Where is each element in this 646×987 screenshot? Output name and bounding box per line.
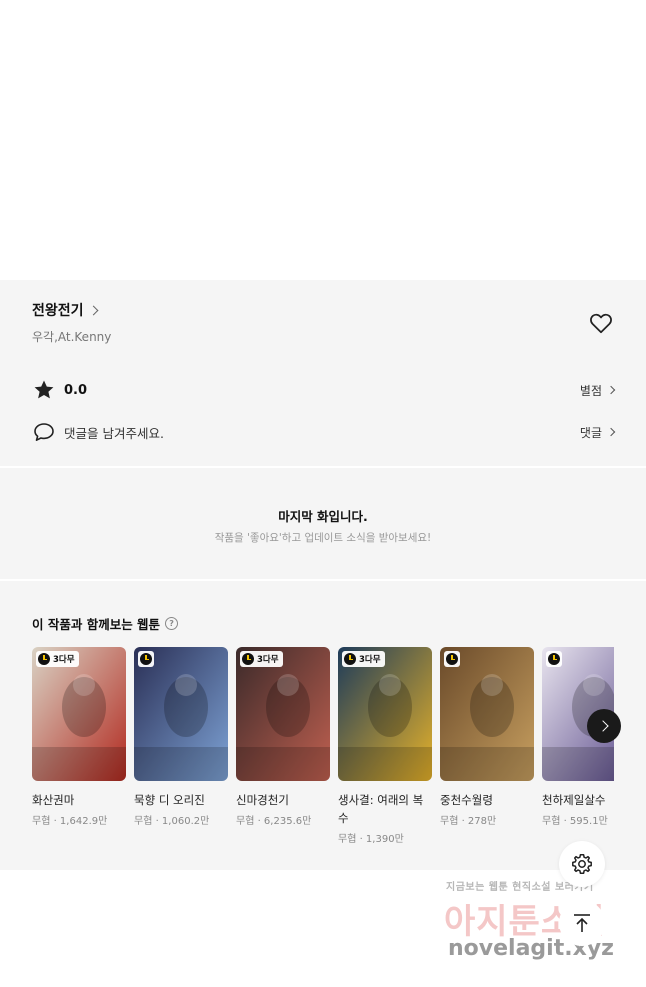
card-meta: 무협 · 6,235.6만	[236, 816, 312, 827]
recommendation-card[interactable]: 중천수월령무협 · 278만	[440, 647, 534, 827]
clock-icon	[38, 653, 50, 665]
wait-free-badge: 3다무	[342, 651, 385, 667]
chevron-right-icon	[606, 427, 616, 437]
cover-thumbnail	[440, 647, 534, 781]
recommendations-title: 이 작품과 함께보는 웹툰	[32, 617, 161, 632]
cover-thumbnail	[134, 647, 228, 781]
card-meta: 무협 · 1,642.9만	[32, 816, 108, 827]
viewer-blank-area	[0, 0, 646, 280]
badge-label: 3다무	[359, 655, 381, 665]
clock-icon	[344, 653, 356, 665]
recommendation-card[interactable]: 3다무화산권마무협 · 1,642.9만	[32, 647, 126, 827]
recommendations-carousel[interactable]: 3다무 화산권마 무협 · 1,642.9만 묵향 디 오리진 무협 · 1,060.2…	[32, 647, 614, 857]
scroll-top-button[interactable]	[559, 900, 605, 946]
comment-prompt[interactable]: 댓글을 남겨주세요.	[64, 423, 164, 442]
rating-row: 0.0 별점	[32, 378, 616, 402]
cover-thumbnail: 3다무	[32, 647, 126, 781]
wait-free-badge: 3다무	[36, 651, 79, 667]
chevron-right-icon	[606, 385, 616, 395]
card-title: 생사결: 여래의 복수	[338, 793, 424, 825]
wait-free-badge	[444, 651, 460, 667]
card-title: 신마경천기	[236, 793, 289, 807]
card-meta: 무협 · 1,060.2만	[134, 816, 210, 827]
card-title: 묵향 디 오리진	[134, 793, 205, 807]
card-title: 화산권마	[32, 793, 75, 807]
recommendation-card[interactable]: 묵향 디 오리진무협 · 1,060.2만	[134, 647, 228, 827]
section-divider	[0, 579, 646, 581]
cover-thumbnail: 3다무	[338, 647, 432, 781]
like-button[interactable]	[588, 310, 614, 336]
clock-icon	[548, 653, 560, 665]
last-episode-subtitle: 작품을 '좋아요'하고 업데이트 소식을 받아보세요!	[214, 532, 432, 544]
star-icon	[34, 380, 54, 399]
card-meta: 무협 · 278만	[440, 816, 497, 827]
chevron-right-icon	[596, 720, 609, 732]
card-meta: 무협 · 595.1만	[542, 816, 608, 827]
work-title-link[interactable]: 전왕전기	[32, 300, 98, 320]
comment-link-label: 댓글	[579, 425, 602, 440]
rating-link[interactable]: 별점	[579, 382, 616, 399]
recommendation-card[interactable]: 3다무생사결: 여래의 복수무협 · 1,390만	[338, 647, 432, 845]
section-divider	[0, 466, 646, 468]
work-title: 전왕전기	[32, 303, 84, 319]
cover-thumbnail: 3다무	[236, 647, 330, 781]
rating-link-label: 별점	[579, 383, 602, 398]
clock-icon	[140, 653, 152, 665]
last-episode-title: 마지막 화입니다.	[278, 509, 368, 524]
carousel-next-button[interactable]	[587, 709, 621, 743]
clock-icon	[446, 653, 458, 665]
comment-row: 댓글을 남겨주세요. 댓글	[32, 420, 616, 444]
card-title: 중천수월령	[440, 793, 493, 807]
recommendations-heading: 이 작품과 함께보는 웹툰 ?	[32, 614, 179, 633]
comment-link[interactable]: 댓글	[579, 424, 616, 441]
rating-value: 0.0	[64, 382, 88, 398]
clock-icon	[242, 653, 254, 665]
card-meta: 무협 · 1,390만	[338, 834, 404, 845]
card-title: 천하제일살수	[542, 793, 606, 807]
wait-free-badge	[138, 651, 154, 667]
badge-label: 3다무	[257, 655, 279, 665]
recommendation-card[interactable]: 3다무신마경천기무협 · 6,235.6만	[236, 647, 330, 827]
gear-icon	[572, 854, 592, 874]
heart-icon	[590, 313, 612, 334]
arrow-up-icon	[574, 914, 590, 932]
wait-free-badge: 3다무	[240, 651, 283, 667]
work-authors: 우각,At.Kenny	[32, 330, 112, 344]
chevron-right-icon	[88, 305, 98, 315]
wait-free-badge	[546, 651, 562, 667]
comment-icon	[34, 423, 54, 441]
help-icon[interactable]: ?	[165, 617, 179, 630]
settings-button[interactable]	[559, 841, 605, 887]
badge-label: 3다무	[53, 655, 75, 665]
